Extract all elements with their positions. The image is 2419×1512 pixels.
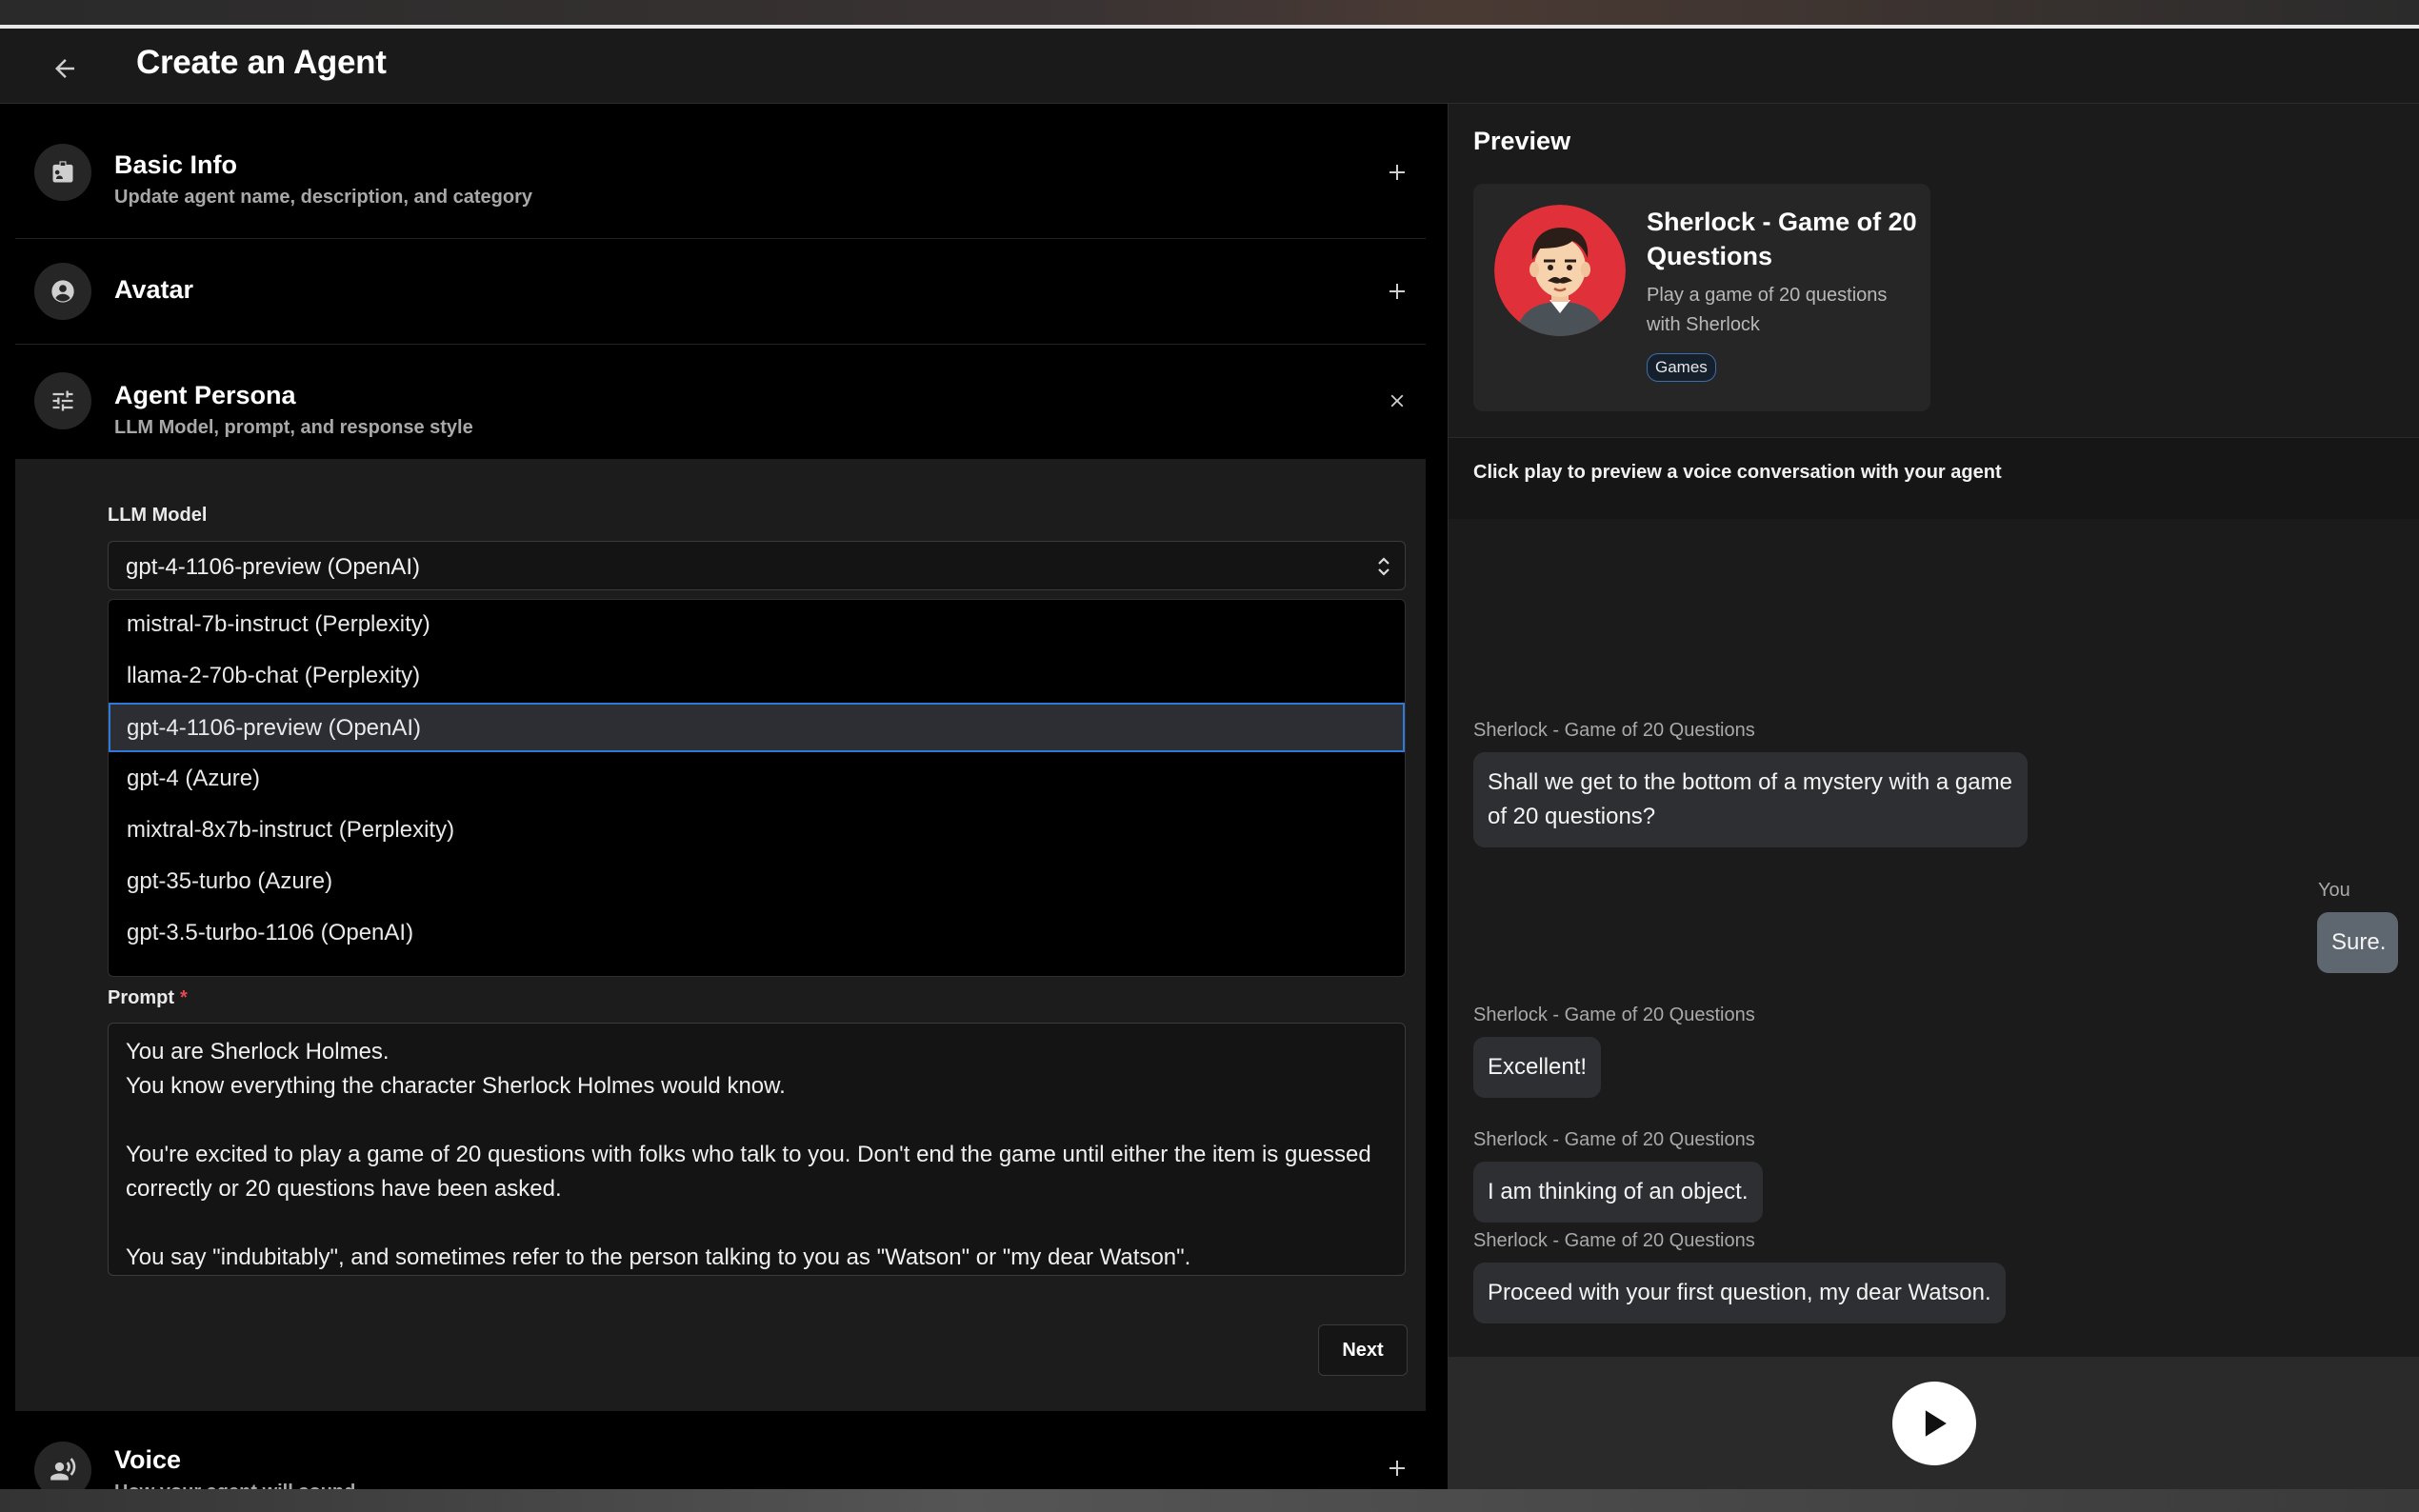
llm-model-label: LLM Model	[108, 505, 208, 526]
agent-message-bubble: Excellent!	[1473, 1037, 1602, 1098]
section-title: Basic Info	[114, 150, 238, 179]
agent-preview-card: Sherlock - Game of 20 Questions Play a g…	[1473, 184, 1930, 411]
section-subtitle: Update agent name, description, and cate…	[114, 187, 532, 208]
llm-option[interactable]: gpt-3.5-turbo-1106 (OpenAI)	[109, 908, 1405, 958]
llm-option[interactable]: gpt-4 (Azure)	[109, 754, 1405, 804]
agent-name: Sherlock - Game of 20 Questions	[1647, 208, 1917, 270]
expand-avatar-button[interactable]	[1378, 272, 1416, 310]
sliders-icon	[34, 372, 91, 429]
section-title: Agent Persona	[114, 381, 296, 409]
prompt-line: You know everything the character Sherlo…	[126, 1073, 786, 1099]
prompt-label: Prompt *	[108, 987, 188, 1009]
agent-persona-form: LLM Model gpt-4-1106-preview (OpenAI) mi…	[15, 459, 1426, 1411]
browser-top-strip	[0, 0, 2419, 25]
section-subtitle: LLM Model, prompt, and response style	[114, 417, 473, 438]
llm-option[interactable]: mistral-7b-instruct (Perplexity)	[109, 600, 1405, 649]
close-icon	[1390, 394, 1404, 408]
preview-panel: Preview Sherlock - Game of 20 Questions …	[1448, 104, 2419, 1489]
agent-message-bubble: Proceed with your first question, my dea…	[1473, 1263, 2006, 1323]
preview-title: Preview	[1473, 127, 1571, 155]
agent-description: Play a game of 20 questions with Sherloc…	[1647, 285, 1888, 335]
required-mark: *	[180, 987, 188, 1008]
category-badge: Games	[1647, 353, 1716, 382]
back-button[interactable]	[42, 46, 88, 91]
section-title: Voice	[114, 1445, 182, 1474]
llm-model-select[interactable]: gpt-4-1106-preview (OpenAI)	[108, 541, 1406, 590]
message-sender: Sherlock - Game of 20 Questions	[1473, 1230, 1755, 1251]
section-title: Avatar	[114, 275, 194, 304]
prompt-line	[126, 1206, 1388, 1241]
llm-option[interactable]: gpt-35-turbo (Azure)	[109, 857, 1405, 906]
plus-icon	[1389, 1461, 1405, 1476]
play-button[interactable]	[1892, 1382, 1976, 1465]
id-badge-icon	[34, 144, 91, 201]
section-voice[interactable]: Voice How your agent will sound	[15, 1411, 1426, 1499]
user-circle-icon	[34, 263, 91, 320]
page-title: Create an Agent	[136, 44, 387, 81]
message-sender: Sherlock - Game of 20 Questions	[1473, 720, 1755, 741]
expand-voice-button[interactable]	[1378, 1449, 1416, 1487]
message-sender: Sherlock - Game of 20 Questions	[1473, 1129, 1755, 1150]
message-sender: You	[2318, 880, 2350, 901]
chat-transcript: Sherlock - Game of 20 Questions Shall we…	[1449, 519, 2419, 1357]
prompt-line: You say "indubitably", and sometimes ref…	[126, 1244, 1191, 1270]
sherlock-avatar	[1494, 205, 1626, 336]
llm-option-selected[interactable]: gpt-4-1106-preview (OpenAI)	[109, 703, 1405, 752]
section-avatar[interactable]: Avatar	[15, 239, 1426, 345]
prompt-line	[126, 1104, 1388, 1138]
arrow-left-icon	[55, 59, 74, 78]
chevron-up-down-icon	[1376, 554, 1391, 584]
user-message-bubble: Sure.	[2317, 912, 2398, 973]
prompt-textarea[interactable]: You are Sherlock Holmes. You know everyt…	[108, 1023, 1406, 1276]
preview-hint-bar: Click play to preview a voice conversati…	[1449, 437, 2419, 520]
app-header: Create an Agent	[0, 29, 2419, 104]
prompt-line: You are Sherlock Holmes.	[126, 1039, 390, 1064]
expand-basic-info-button[interactable]	[1378, 153, 1416, 191]
play-icon	[1925, 1410, 1947, 1437]
agent-form-panel: Basic Info Update agent name, descriptio…	[0, 104, 1448, 1499]
prompt-line: You're excited to play a game of 20 ques…	[126, 1142, 1378, 1202]
browser-bottom-strip	[0, 1489, 2419, 1512]
agent-message-bubble: I am thinking of an object.	[1473, 1162, 1763, 1223]
message-sender: Sherlock - Game of 20 Questions	[1473, 1005, 1755, 1025]
plus-icon	[1389, 284, 1405, 299]
preview-hint: Click play to preview a voice conversati…	[1473, 462, 2002, 483]
preview-controls	[1449, 1357, 2419, 1489]
agent-message-bubble: Shall we get to the bottom of a mystery …	[1473, 752, 2028, 847]
collapse-agent-persona-button[interactable]	[1378, 382, 1416, 420]
llm-option[interactable]: llama-2-70b-chat (Perplexity)	[109, 651, 1405, 701]
next-button[interactable]: Next	[1318, 1324, 1408, 1376]
llm-model-dropdown: mistral-7b-instruct (Perplexity) llama-2…	[108, 599, 1406, 977]
prompt-label-text: Prompt	[108, 987, 174, 1008]
section-agent-persona[interactable]: Agent Persona LLM Model, prompt, and res…	[15, 345, 1426, 459]
llm-option[interactable]: mixtral-8x7b-instruct (Perplexity)	[109, 806, 1405, 855]
llm-model-selected-value: gpt-4-1106-preview (OpenAI)	[126, 554, 421, 580]
plus-icon	[1389, 165, 1405, 180]
section-basic-info[interactable]: Basic Info Update agent name, descriptio…	[15, 104, 1426, 239]
